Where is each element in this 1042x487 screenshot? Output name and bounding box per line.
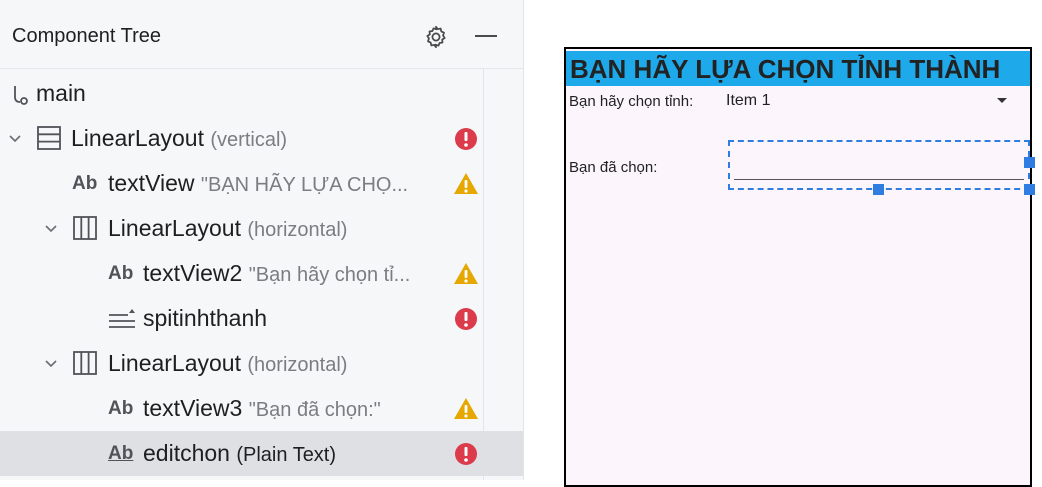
spinner-dropdown-arrow-icon[interactable] xyxy=(997,98,1007,103)
edit-underline xyxy=(734,179,1024,180)
chevron-down-icon[interactable] xyxy=(8,132,22,146)
chevron-down-icon[interactable] xyxy=(44,222,58,236)
tree-row-linearlayout-horizontal-2[interactable]: LinearLayout (horizontal) xyxy=(0,341,523,386)
chosen-label: Bạn đã chọn: xyxy=(569,159,658,176)
tree-row-label: LinearLayout (horizontal) xyxy=(108,215,348,241)
text-view-icon: Ab xyxy=(108,397,134,419)
linear-layout-horizontal-icon xyxy=(73,351,97,375)
tree-row-label: main xyxy=(36,80,86,106)
gear-icon[interactable] xyxy=(423,24,449,50)
tree-row-linearlayout-horizontal-1[interactable]: LinearLayout (horizontal) xyxy=(0,206,523,251)
tree-row-textview3[interactable]: Ab textView3 "Bạn đã chọn:" xyxy=(0,386,523,431)
component-tree-header: Component Tree xyxy=(0,0,523,69)
tree-row-main[interactable]: main xyxy=(0,71,523,116)
tree-row-linearlayout-vertical[interactable]: LinearLayout (vertical) xyxy=(0,116,523,161)
text-view-icon: Ab xyxy=(72,172,98,194)
tree-row-label: LinearLayout (horizontal) xyxy=(108,350,348,376)
tree-row-label: LinearLayout (vertical) xyxy=(71,125,288,151)
warning-icon[interactable] xyxy=(453,261,479,287)
province-spinner[interactable]: Item 1 xyxy=(726,92,770,110)
tree-row-label: textView "BẠN HÃY LỰA CHỌ... xyxy=(108,170,409,196)
error-icon[interactable] xyxy=(453,306,479,332)
editchon-field[interactable] xyxy=(728,140,1030,190)
tree-row-editchon[interactable]: Ab editchon (Plain Text) xyxy=(0,431,523,476)
title-text: BẠN HÃY LỰA CHỌN TỈNH THÀNH xyxy=(570,54,1001,84)
resize-handle-right[interactable] xyxy=(1024,157,1035,168)
resize-handle-bottom[interactable] xyxy=(873,184,884,195)
tree-row-label: editchon (Plain Text) xyxy=(143,440,337,466)
component-tree-panel: Component Tree main LinearLayout (vertic… xyxy=(0,0,524,480)
root-link-icon xyxy=(14,86,28,105)
resize-handle-bottom-right[interactable] xyxy=(1024,184,1035,195)
spinner-icon xyxy=(109,309,135,328)
warning-icon[interactable] xyxy=(453,171,479,197)
error-icon[interactable] xyxy=(453,441,479,467)
tree-row-label: textView2 "Bạn hãy chọn tỉ... xyxy=(143,260,411,286)
panel-title: Component Tree xyxy=(12,25,161,47)
tree-row-label: textView3 "Bạn đã chọn:" xyxy=(143,395,381,421)
tree-row-textview[interactable]: Ab textView "BẠN HÃY LỰA CHỌ... xyxy=(0,161,523,206)
linear-layout-vertical-icon xyxy=(37,126,61,150)
linear-layout-horizontal-icon xyxy=(73,216,97,240)
tree-row-label: spitinhthanh xyxy=(143,305,268,331)
chevron-down-icon[interactable] xyxy=(44,357,58,371)
province-label: Bạn hãy chọn tỉnh: xyxy=(569,93,694,110)
device-preview xyxy=(564,47,1032,487)
text-view-icon: Ab xyxy=(108,262,134,284)
error-icon[interactable] xyxy=(453,126,479,152)
tree-row-spitinhthanh[interactable]: spitinhthanh xyxy=(0,296,523,341)
tree-row-textview2[interactable]: Ab textView2 "Bạn hãy chọn tỉ... xyxy=(0,251,523,296)
warning-icon[interactable] xyxy=(453,396,479,422)
minimize-button[interactable] xyxy=(473,23,499,49)
edit-text-icon: Ab xyxy=(108,442,134,464)
